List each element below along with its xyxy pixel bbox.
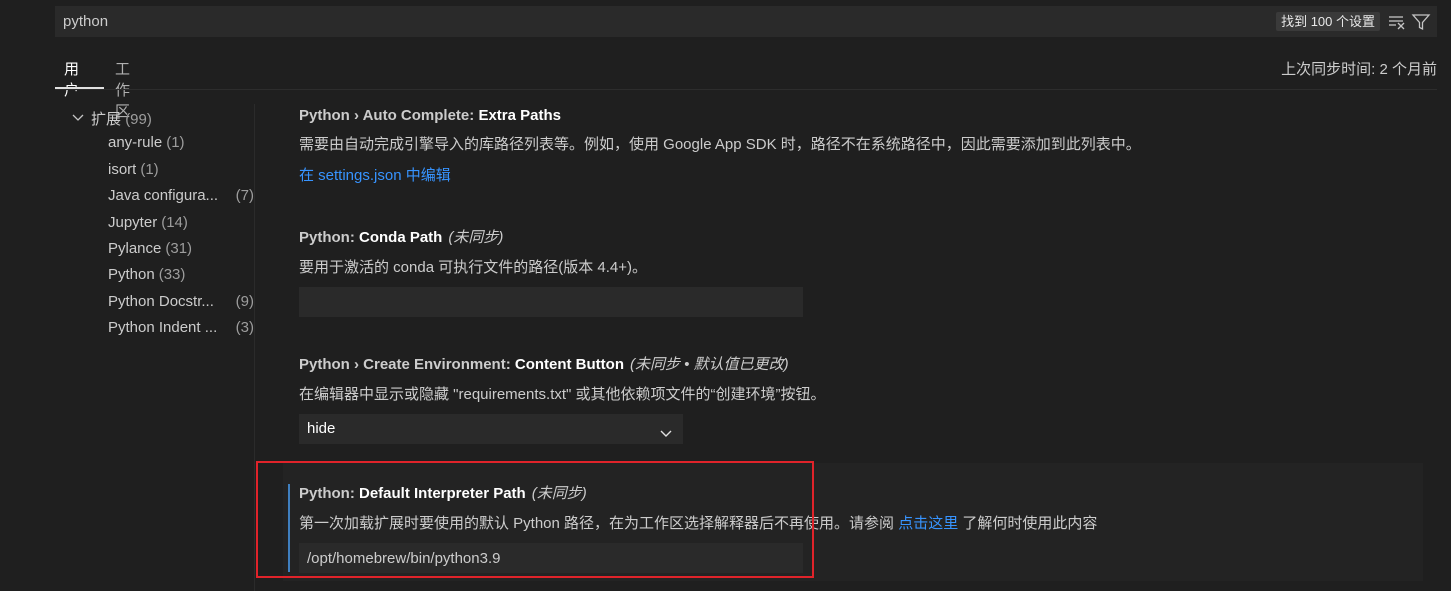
setting-title: Python › Create Environment: Content But… [299,353,1419,374]
filter-icon[interactable] [1411,12,1431,32]
toc-divider [254,104,255,591]
toc-root-label: 扩展 [91,111,122,128]
toc-item-count: (9) [235,293,254,310]
setting-name: Extra Paths [478,107,561,124]
last-sync-time: 上次同步时间: 2 个月前 [1281,61,1437,78]
toc-item-isort[interactable]: isort (1) [108,161,254,178]
result-count-badge: 找到 100 个设置 [1276,12,1380,31]
chevron-down-icon [659,422,673,437]
toc-extensions-group[interactable]: 扩展 (99) [71,108,152,129]
setting-extra-paths: Python › Auto Complete: Extra Paths 需要由自… [299,107,1419,185]
setting-description: 在编辑器中显示或隐藏 "requirements.txt" 或其他依赖项文件的“… [299,386,826,403]
setting-category: Python: [299,229,359,246]
toc-item-label: Python Docstr... [108,293,214,310]
toc-item-label: isort [108,161,137,178]
settings-search-bar: 找到 100 个设置 [55,6,1437,37]
setting-name: Content Button [514,356,624,373]
toc-item-count: (31) [165,240,193,257]
toc-item-python-indent[interactable]: Python Indent ... (3) [108,319,254,336]
toc-item-label: Pylance [108,240,162,257]
setting-content-button: Python › Create Environment: Content But… [299,353,1419,444]
setting-description: 要用于激活的 conda 可执行文件的路径(版本 4.4+)。 [299,259,647,276]
toc-item-count: (1) [140,161,159,178]
conda-path-input[interactable] [299,287,803,317]
description-text: 了解何时使用此内容 [958,515,1098,532]
setting-sync-status: (未同步) [448,229,504,246]
toc-item-count: (14) [161,214,188,231]
setting-conda-path: Python: Conda Path (未同步) 要用于激活的 conda 可执行… [299,226,1419,317]
search-input[interactable] [55,6,1271,37]
toc-item-label: any-rule [108,134,163,151]
toc-item-jupyter[interactable]: Jupyter (14) [108,214,254,231]
setting-category: Python › Auto Complete: [299,107,479,124]
content-button-select[interactable]: hide [299,414,683,444]
toc-item-label: Jupyter [108,214,158,231]
select-value: hide [307,420,336,437]
chevron-down-icon [71,111,87,129]
toc-root-count: (99) [125,111,152,128]
highlight-annotation-box [256,461,814,578]
toc-item-label: Python Indent ... [108,319,218,336]
edit-in-settings-json-link[interactable]: 在 settings.json 中编辑 [299,167,451,184]
setting-sync-status: (未同步 • 默认值已更改) [630,356,789,373]
click-here-link[interactable]: 点击这里 [898,515,958,532]
clear-filter-icon[interactable] [1387,12,1407,32]
tab-user[interactable]: 用户 [64,52,79,106]
toc-item-python[interactable]: Python (33) [108,266,254,283]
setting-name: Conda Path [359,229,443,246]
toc-item-label: Java configura... [108,187,219,204]
setting-title: Python › Auto Complete: Extra Paths [299,107,1419,124]
toc-item-count: (7) [235,187,254,204]
toc-item-java-configuration[interactable]: Java configura... (7) [108,187,254,204]
toc-item-any-rule[interactable]: any-rule (1) [108,134,254,151]
setting-category: Python › Create Environment: [299,356,515,373]
header-divider [55,89,1437,90]
toc-item-count: (1) [166,134,185,151]
toc-item-label: Python [108,266,155,283]
toc-item-python-docstring[interactable]: Python Docstr... (9) [108,293,254,310]
toc-item-count: (3) [235,319,254,336]
setting-description: 需要由自动完成引擎导入的库路径列表等。例如，使用 Google App SDK … [299,136,1141,153]
setting-title: Python: Conda Path (未同步) [299,226,1419,247]
toc-item-pylance[interactable]: Pylance (31) [108,240,254,257]
toc-item-count: (33) [158,266,186,283]
